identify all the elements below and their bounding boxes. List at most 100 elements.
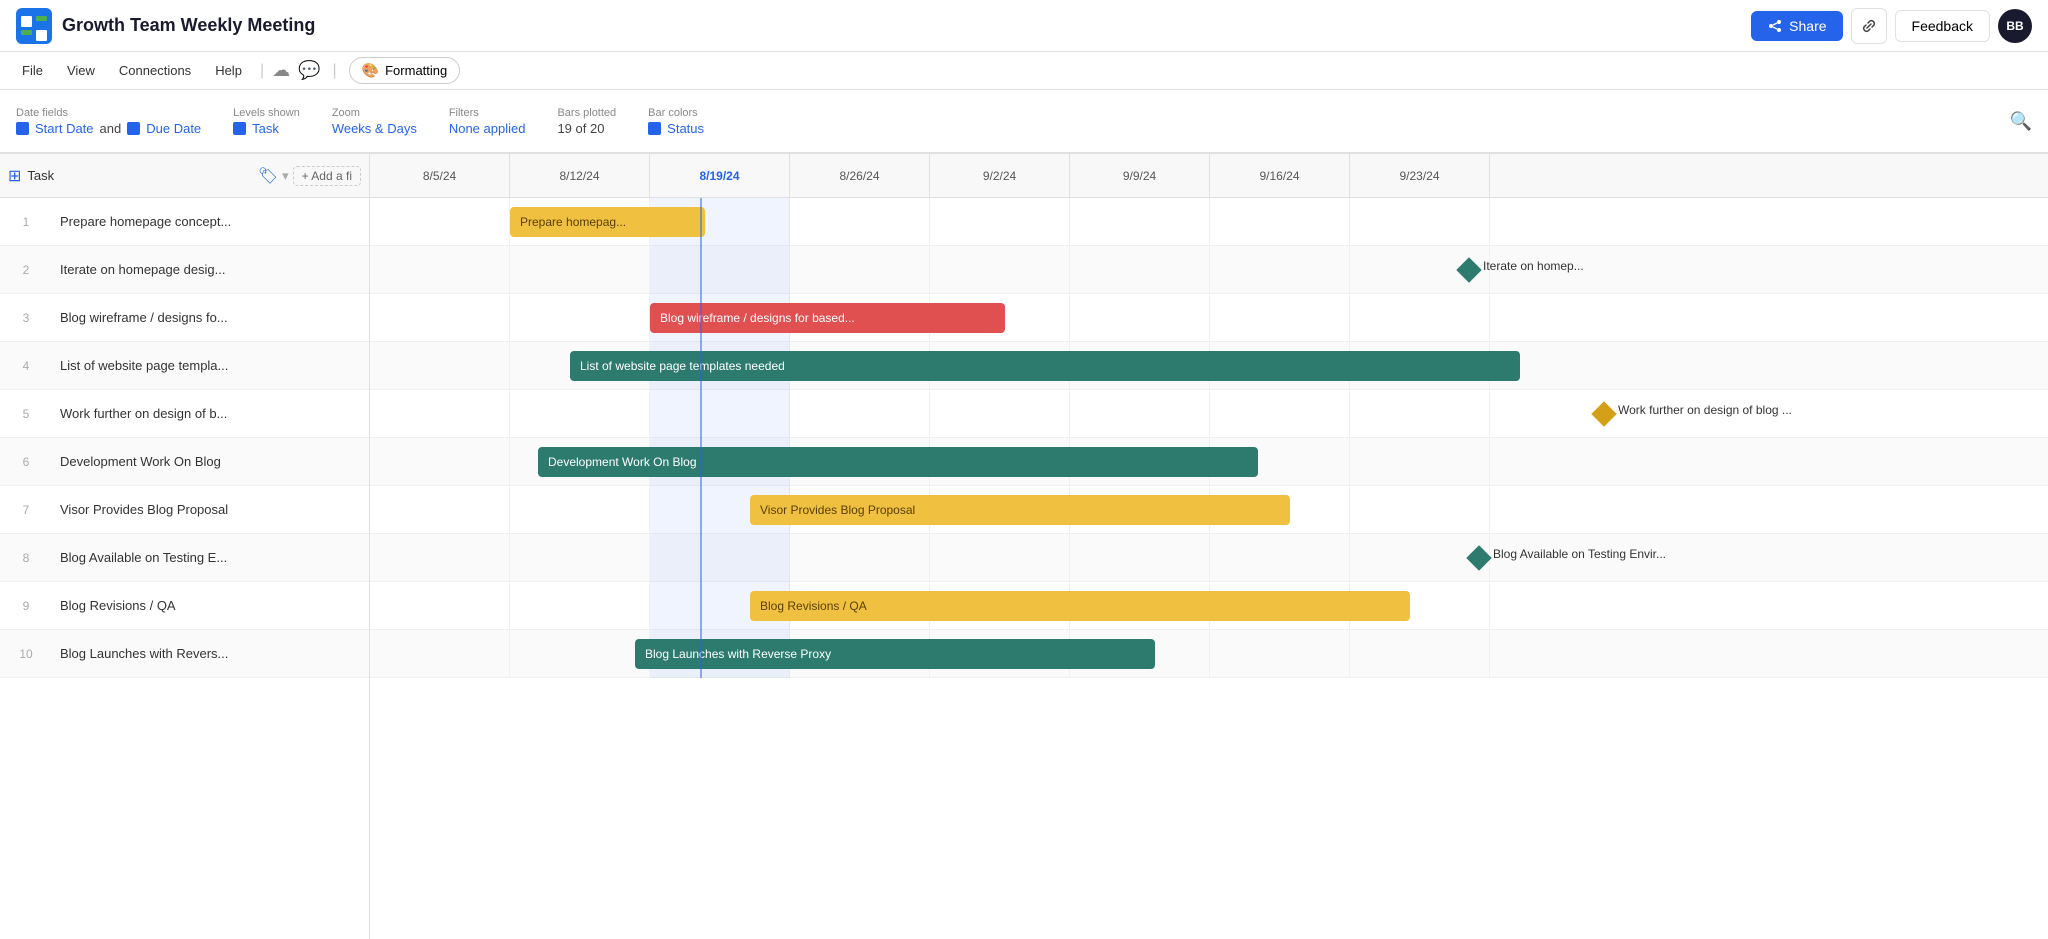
task-rows-area: 1 Prepare homepage concept... 2 Iterate … — [0, 198, 369, 939]
gantt-bar[interactable]: Development Work On Blog — [538, 447, 1258, 477]
task-name: Blog Launches with Revers... — [52, 646, 369, 661]
chart-row: Prepare homepag... — [370, 198, 2048, 246]
feedback-label: Feedback — [1912, 18, 1973, 34]
zoom-value[interactable]: Weeks & Days — [332, 121, 417, 136]
chart-scroll-area[interactable]: Prepare homepag... Iterate on homep... Blo… — [370, 198, 2048, 939]
levels-group: Levels shown Task — [233, 107, 300, 136]
gantt-bar[interactable]: Blog wireframe / designs for based... — [650, 303, 1005, 333]
chart-inner: 8/5/248/12/248/19/248/26/249/2/249/9/249… — [370, 154, 2048, 939]
gantt-bar[interactable]: Visor Provides Blog Proposal — [750, 495, 1290, 525]
feedback-button[interactable]: Feedback — [1895, 10, 1990, 42]
task-name: Blog Revisions / QA — [52, 598, 369, 613]
chart-row: Blog Revisions / QA — [370, 582, 2048, 630]
chart-panel[interactable]: 8/5/248/12/248/19/248/26/249/2/249/9/249… — [370, 154, 2048, 939]
task-name: Blog Available on Testing E... — [52, 550, 369, 565]
bar-colors-label: Bar colors — [648, 107, 704, 119]
date-fields-group: Date fields Start Date and Due Date — [16, 107, 201, 136]
date-cell: 9/2/24 — [930, 154, 1070, 197]
task-name: Iterate on homepage desig... — [52, 262, 369, 277]
filters-label: Filters — [449, 107, 526, 119]
milestone-label: Work further on design of blog ... — [1618, 403, 1792, 417]
menu-connections[interactable]: Connections — [109, 59, 201, 82]
row-number: 9 — [0, 599, 52, 613]
chat-icon[interactable]: 💬 — [298, 60, 320, 81]
date-cell: 9/16/24 — [1210, 154, 1350, 197]
search-icon[interactable]: 🔍 — [2010, 111, 2032, 132]
toolbar: Date fields Start Date and Due Date Leve… — [0, 90, 2048, 154]
menu-file[interactable]: File — [12, 59, 53, 82]
table-row[interactable]: 10 Blog Launches with Revers... — [0, 630, 369, 678]
date-header: 8/5/248/12/248/19/248/26/249/2/249/9/249… — [370, 154, 2048, 198]
milestone-label: Blog Available on Testing Envir... — [1493, 547, 1666, 561]
table-row[interactable]: 3 Blog wireframe / designs fo... — [0, 294, 369, 342]
chevron-down-icon[interactable]: ▾ — [282, 168, 289, 184]
add-field-label: + Add a fi — [302, 169, 352, 183]
gantt-container: ⊞ Task 🏷 ▾ + Add a fi 1 Prepare homepage… — [0, 154, 2048, 939]
row-number: 5 — [0, 407, 52, 421]
tag-icon[interactable]: 🏷 — [258, 166, 278, 186]
levels-value[interactable]: Task — [233, 121, 300, 136]
formatting-button[interactable]: 🎨 Formatting — [349, 57, 461, 84]
gantt-bar[interactable]: List of website page templates needed — [570, 351, 1520, 381]
gantt-bar[interactable]: Blog Launches with Reverse Proxy — [635, 639, 1155, 669]
table-row[interactable]: 4 List of website page templa... — [0, 342, 369, 390]
bars-group: Bars plotted 19 of 20 — [557, 107, 616, 136]
share-button[interactable]: Share — [1751, 11, 1842, 41]
formatting-label: Formatting — [385, 63, 447, 78]
bar-colors-value[interactable]: Status — [648, 121, 704, 136]
chart-row: Work further on design of blog ... — [370, 390, 2048, 438]
link-button[interactable] — [1851, 8, 1887, 44]
chart-row: Blog Launches with Reverse Proxy — [370, 630, 2048, 678]
bars-value[interactable]: 19 of 20 — [557, 121, 616, 136]
row-number: 2 — [0, 263, 52, 277]
chart-row: Blog Available on Testing Envir... — [370, 534, 2048, 582]
menu-view[interactable]: View — [57, 59, 105, 82]
gantt-milestone-diamond[interactable] — [1591, 401, 1616, 426]
date-cell: 8/12/24 — [510, 154, 650, 197]
date-cell: 8/26/24 — [790, 154, 930, 197]
table-row[interactable]: 8 Blog Available on Testing E... — [0, 534, 369, 582]
date-cell: 8/5/24 — [370, 154, 510, 197]
table-row[interactable]: 1 Prepare homepage concept... — [0, 198, 369, 246]
share-icon — [1767, 18, 1783, 34]
table-row[interactable]: 7 Visor Provides Blog Proposal — [0, 486, 369, 534]
cloud-save-icon[interactable]: ☁ — [272, 60, 290, 81]
row-number: 4 — [0, 359, 52, 373]
table-row[interactable]: 5 Work further on design of b... — [0, 390, 369, 438]
levels-label: Levels shown — [233, 107, 300, 119]
menu-separator-2: | — [333, 62, 337, 80]
add-field-button[interactable]: + Add a fi — [293, 166, 361, 186]
menu-help[interactable]: Help — [205, 59, 252, 82]
table-row[interactable]: 2 Iterate on homepage desig... — [0, 246, 369, 294]
app-logo-area: Growth Team Weekly Meeting — [16, 8, 315, 44]
app-logo-icon — [16, 8, 52, 44]
bar-colors-icon — [648, 122, 661, 135]
milestone-label: Iterate on homep... — [1483, 259, 1584, 273]
bar-colors-group: Bar colors Status — [648, 107, 704, 136]
filters-value[interactable]: None applied — [449, 121, 526, 136]
date-fields-label: Date fields — [16, 107, 201, 119]
date-cell: 8/19/24 — [650, 154, 790, 197]
row-number: 1 — [0, 215, 52, 229]
app-header: Growth Team Weekly Meeting Share Feedbac… — [0, 0, 2048, 52]
start-date-icon — [16, 122, 29, 135]
gantt-bar[interactable]: Prepare homepag... — [510, 207, 705, 237]
chart-row: Blog wireframe / designs for based... — [370, 294, 2048, 342]
task-name: Work further on design of b... — [52, 406, 369, 421]
gantt-bar[interactable]: Blog Revisions / QA — [750, 591, 1410, 621]
date-cell: 9/9/24 — [1070, 154, 1210, 197]
table-row[interactable]: 6 Development Work On Blog — [0, 438, 369, 486]
gantt-milestone-diamond[interactable] — [1456, 257, 1481, 282]
filters-group: Filters None applied — [449, 107, 526, 136]
left-header: ⊞ Task 🏷 ▾ + Add a fi — [0, 154, 369, 198]
gantt-milestone-diamond[interactable] — [1466, 545, 1491, 570]
table-row[interactable]: 9 Blog Revisions / QA — [0, 582, 369, 630]
task-name: Development Work On Blog — [52, 454, 369, 469]
menu-separator-1: | — [260, 62, 264, 80]
chart-row: Iterate on homep... — [370, 246, 2048, 294]
row-number: 7 — [0, 503, 52, 517]
chart-row: Visor Provides Blog Proposal — [370, 486, 2048, 534]
date-fields-value[interactable]: Start Date and Due Date — [16, 121, 201, 136]
date-and: and — [100, 121, 122, 136]
date-cell: 9/23/24 — [1350, 154, 1490, 197]
